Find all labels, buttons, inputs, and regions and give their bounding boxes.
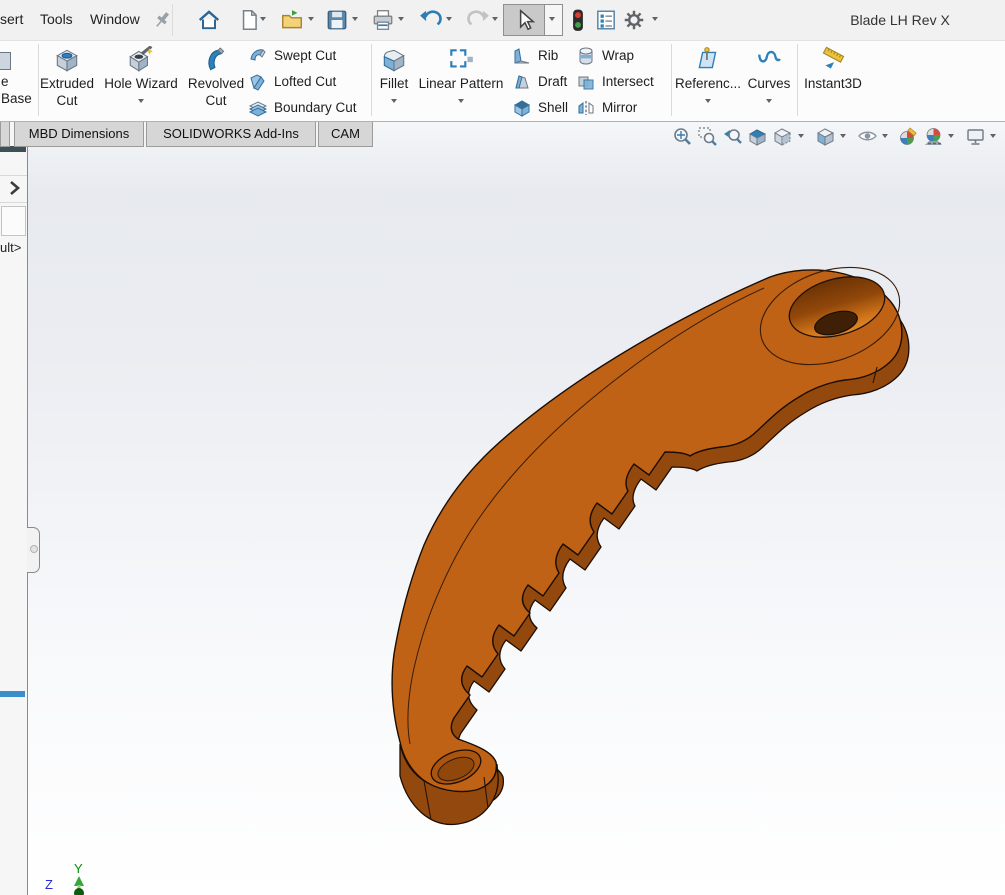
configuration-text-fragment: ult> <box>0 240 21 255</box>
truncated-icon-fragment <box>0 52 11 70</box>
new-document-caret[interactable] <box>260 17 266 21</box>
boundary-cut-button[interactable]: Boundary Cut <box>248 95 366 121</box>
hide-show-items-icon[interactable] <box>857 126 878 147</box>
new-document-icon[interactable] <box>237 8 261 32</box>
zoom-to-area-icon[interactable] <box>697 126 718 147</box>
extruded-cut-button[interactable]: Extruded Cut <box>31 41 103 119</box>
save-caret[interactable] <box>352 17 358 21</box>
hole-wizard-button[interactable]: Hole Wizard <box>102 41 180 119</box>
pin-icon[interactable] <box>150 8 174 32</box>
menu-tools[interactable]: Tools <box>40 11 73 27</box>
print-caret[interactable] <box>398 17 404 21</box>
swept-cut-button[interactable]: Swept Cut <box>248 43 366 69</box>
panel-selection-bar <box>0 691 25 697</box>
orientation-triad: Y Z <box>45 861 84 895</box>
view-orientation-icon[interactable] <box>772 126 793 147</box>
lofted-cut-icon <box>248 72 268 92</box>
select-tool-caret[interactable] <box>549 17 555 21</box>
home-icon[interactable] <box>197 8 221 32</box>
apply-scene-icon[interactable] <box>923 126 944 147</box>
open-caret[interactable] <box>308 17 314 21</box>
panel-box-fragment <box>1 206 26 236</box>
hole-wizard-icon <box>127 46 155 74</box>
save-icon[interactable] <box>325 8 349 32</box>
curves-caret[interactable] <box>766 99 772 103</box>
instant3d-icon <box>819 46 847 74</box>
linear-pattern-button[interactable]: Linear Pattern <box>417 41 505 119</box>
tab-solidworks-addins[interactable]: SOLIDWORKS Add-Ins <box>146 121 316 147</box>
select-cursor-icon <box>513 8 537 32</box>
swept-cut-icon <box>248 46 268 66</box>
linear-pattern-icon <box>447 46 475 74</box>
shell-icon <box>512 98 532 118</box>
separator <box>671 44 672 116</box>
reference-geometry-caret[interactable] <box>705 99 711 103</box>
intersect-icon <box>576 72 596 92</box>
fillet-caret[interactable] <box>391 99 397 103</box>
svg-text:Y: Y <box>74 861 83 876</box>
extruded-cut-icon <box>53 46 81 74</box>
lofted-cut-button[interactable]: Lofted Cut <box>248 69 366 95</box>
separator <box>797 44 798 116</box>
tab-cam[interactable]: CAM <box>318 121 373 147</box>
undo-caret[interactable] <box>446 17 452 21</box>
divider <box>0 175 27 176</box>
rib-button[interactable]: Rib <box>512 43 572 69</box>
fillet-button[interactable]: Fillet <box>373 41 415 119</box>
print-icon[interactable] <box>371 8 395 32</box>
rib-icon <box>512 46 532 66</box>
mirror-button[interactable]: Mirror <box>576 95 666 121</box>
instant3d-button[interactable]: Instant3D <box>800 41 866 119</box>
separator <box>371 44 372 116</box>
boundary-cut-icon <box>248 98 268 118</box>
options-gear-icon[interactable] <box>622 8 646 32</box>
svg-text:Z: Z <box>45 877 53 892</box>
undo-icon[interactable] <box>419 8 443 32</box>
revolved-cut-button[interactable]: Revolved Cut <box>183 41 249 119</box>
document-properties-icon[interactable] <box>594 8 618 32</box>
open-icon[interactable] <box>280 8 304 32</box>
fillet-icon <box>380 46 408 74</box>
previous-view-icon[interactable] <box>722 126 743 147</box>
reference-geometry-icon <box>694 46 722 74</box>
section-view-icon[interactable] <box>747 126 768 147</box>
redo-caret[interactable] <box>492 17 498 21</box>
document-title: Blade LH Rev X <box>810 12 990 28</box>
ribbon-content: e Base Extruded Cut Hole <box>0 41 1005 121</box>
collapsed-feature-panel <box>0 122 28 895</box>
wrap-button[interactable]: Wrap <box>576 43 666 69</box>
traffic-light-icon[interactable] <box>566 8 590 32</box>
hole-wizard-caret[interactable] <box>138 99 144 103</box>
display-style-icon[interactable] <box>815 126 836 147</box>
curves-button[interactable]: Curves <box>745 41 793 119</box>
draft-button[interactable]: Draft <box>512 69 572 95</box>
view-settings-caret[interactable] <box>990 134 996 138</box>
view-settings-icon[interactable] <box>965 126 986 147</box>
options-caret[interactable] <box>652 17 658 21</box>
expand-panel-chevron-icon[interactable] <box>6 180 22 196</box>
tab-mbd-dimensions[interactable]: MBD Dimensions <box>14 121 144 147</box>
separator <box>172 4 173 36</box>
wrap-icon <box>576 46 596 66</box>
zoom-to-fit-icon[interactable] <box>672 126 693 147</box>
divider <box>0 202 27 203</box>
curves-icon <box>755 46 783 74</box>
revolved-cut-icon <box>202 46 230 74</box>
reference-geometry-button[interactable]: Referenc... <box>674 41 742 119</box>
redo-icon[interactable] <box>466 8 490 32</box>
splitter-dot <box>30 545 38 553</box>
linear-pattern-caret[interactable] <box>458 99 464 103</box>
edit-appearance-icon[interactable] <box>898 126 919 147</box>
view-orientation-caret[interactable] <box>798 134 804 138</box>
hide-show-items-caret[interactable] <box>882 134 888 138</box>
tab-partial[interactable] <box>0 121 10 147</box>
menu-insert-truncated[interactable]: sert <box>0 11 23 27</box>
intersect-button[interactable]: Intersect <box>576 69 666 95</box>
mirror-icon <box>576 98 596 118</box>
apply-scene-caret[interactable] <box>948 134 954 138</box>
menu-window[interactable]: Window <box>90 11 140 27</box>
display-style-caret[interactable] <box>840 134 846 138</box>
draft-icon <box>512 72 532 92</box>
shell-button[interactable]: Shell <box>512 95 572 121</box>
